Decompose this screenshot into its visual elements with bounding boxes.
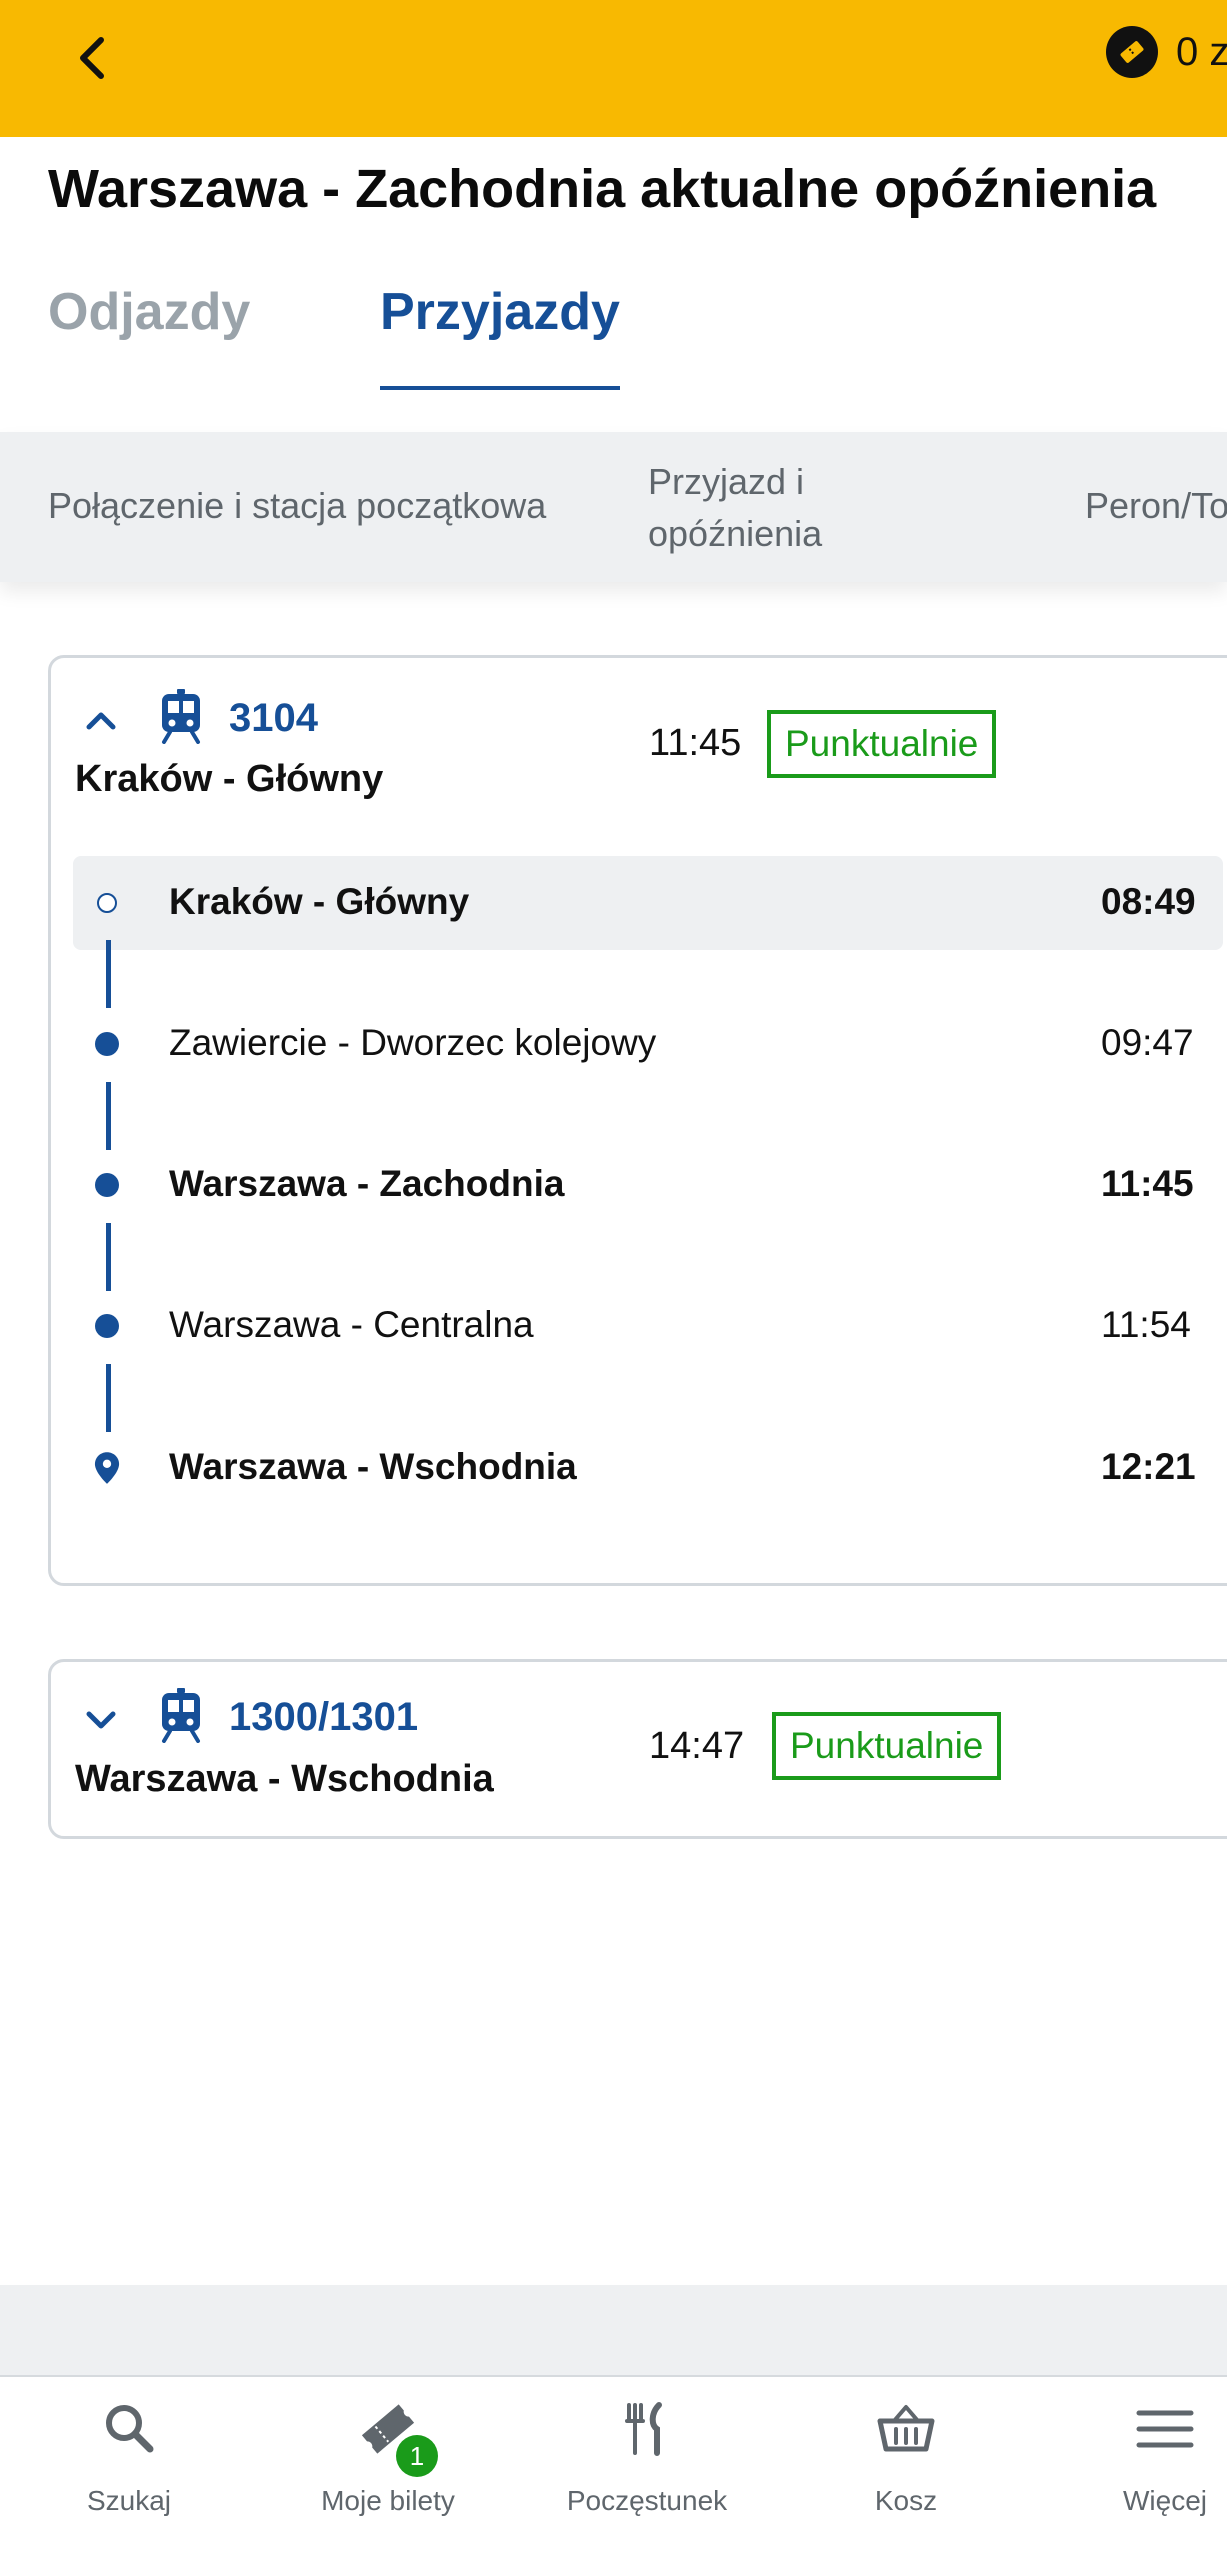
stop-name: Warszawa - Wschodnia [169,1446,577,1487]
nav-refreshments[interactable]: Poczęstunek [527,2377,767,2560]
train-card[interactable]: 3104 Kraków - Główny 11:45 Punktualnie K… [48,655,1227,1586]
nav-my-tickets[interactable]: Moje bilety [268,2377,508,2560]
train-icon [162,689,200,744]
route-stop: Warszawa - Zachodnia 11:45 [51,1155,1227,1215]
fork-knife-icon [625,2402,662,2456]
route-stop: Zawiercie - Dworzec kolejowy 09:47 [51,1014,1227,1074]
column-header-connection: Połączenie i stacja początkowa [48,485,547,526]
map-pin-icon [91,1452,123,1484]
arrival-time: 14:47 [649,1725,745,1767]
content-end-band [0,2285,1227,2375]
train-number: 1300/1301 [229,1695,419,1739]
stop-name: Zawiercie - Dworzec kolejowy [169,1022,657,1063]
train-icon [162,1688,200,1743]
chevron-down-icon[interactable] [81,1700,121,1740]
chevron-left-icon [80,37,104,79]
status-badge: Punktualnie [767,710,997,778]
stop-dot-icon [91,1028,123,1060]
tab-arrivals[interactable]: Przyjazdy [380,282,620,390]
menu-icon [1136,2410,1194,2448]
arrival-time: 11:45 [649,722,742,764]
train-card[interactable]: 1300/1301 Warszawa - Wschodnia 14:47 Pun… [48,1659,1227,1839]
status-badge: Punktualnie [772,1712,1002,1780]
stop-name: Warszawa - Zachodnia [169,1163,565,1204]
coins-balance[interactable]: 0 z [1106,26,1227,78]
column-header-arrival: Przyjazd i opóźnienia [648,461,823,554]
nav-basket[interactable]: Kosz [786,2377,1026,2560]
nav-label: Moje bilety [321,2485,455,2516]
nav-label: Więcej [1122,2485,1207,2516]
tab-departures[interactable]: Odjazdy [48,282,250,342]
route-line [106,1364,111,1432]
stop-time: 11:54 [1101,1304,1191,1345]
stop-time: 09:47 [1101,1022,1194,1063]
nav-search[interactable]: Szukaj [9,2377,249,2560]
basket-icon [877,2405,935,2452]
stop-time: 08:49 [1101,881,1196,922]
coins-text: 0 z [1176,29,1227,74]
nav-more[interactable]: Więcej [1045,2377,1227,2560]
stop-name: Warszawa - Centralna [169,1304,534,1345]
train-number: 3104 [229,696,318,740]
coin-icon [1106,26,1158,78]
route-stop: Warszawa - Centralna 11:54 [51,1296,1227,1356]
top-bar: 0 z [0,0,1227,137]
stop-dot-icon [91,1310,123,1342]
stop-time: 12:21 [1101,1446,1196,1487]
bottom-navigation: Szukaj Moje bilety Poczęstunek Kosz Więc… [0,2375,1227,2560]
stop-name: Kraków - Główny [169,881,470,922]
chevron-up-icon[interactable] [81,700,121,740]
route-stop: Kraków - Główny 08:49 [51,873,1227,933]
route-line [106,940,111,1008]
search-icon [106,2405,154,2453]
nav-label: Poczęstunek [566,2485,728,2516]
column-header-platform: Peron/To [1085,485,1227,526]
stop-dot-icon [91,1169,123,1201]
stop-time: 11:45 [1101,1163,1194,1204]
route-line [106,1082,111,1150]
origin-station: Kraków - Główny [75,758,384,800]
table-header: Połączenie i stacja początkowa Przyjazd … [0,432,1227,582]
page-title: Warszawa - Zachodnia aktualne opóźnienia [48,159,1157,219]
stop-start-icon [91,887,123,919]
back-button[interactable] [62,28,122,88]
origin-station: Warszawa - Wschodnia [75,1758,494,1800]
tickets-count-badge: 1 [396,2435,438,2477]
route-line [106,1223,111,1291]
route-stop: Warszawa - Wschodnia 12:21 [51,1438,1227,1498]
nav-label: Szukaj [86,2485,172,2516]
nav-label: Kosz [874,2485,938,2516]
